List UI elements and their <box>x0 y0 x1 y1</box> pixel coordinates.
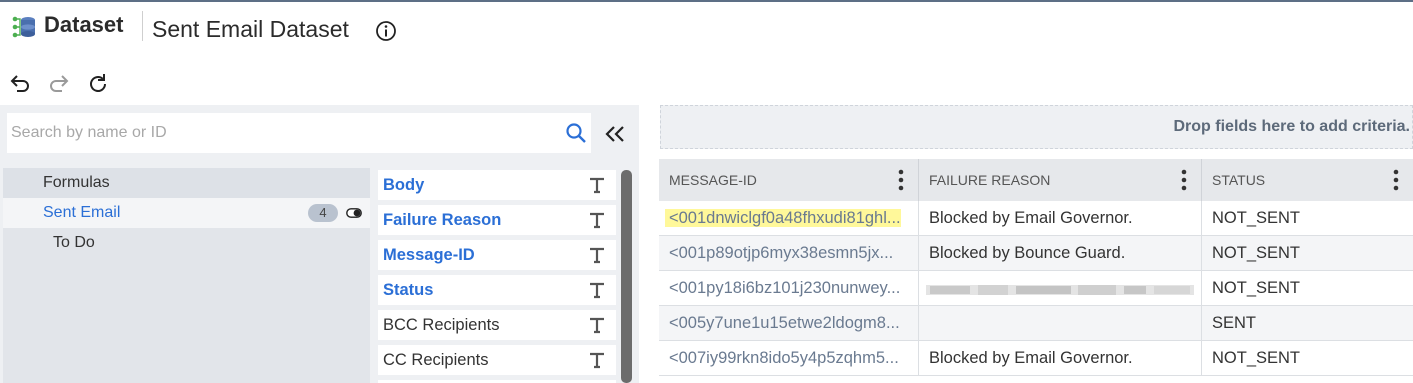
table-cell-reason[interactable]: Blocked by Email Governor. <box>919 201 1202 236</box>
refresh-icon[interactable] <box>86 72 110 96</box>
table-cell-reason[interactable] <box>919 306 1202 341</box>
undo-icon[interactable] <box>8 72 32 96</box>
kebab-menu-icon[interactable] <box>1181 168 1187 192</box>
tree-item-formulas[interactable]: Formulas <box>3 168 370 198</box>
criteria-drop-zone[interactable]: Drop fields here to add criteria. <box>660 105 1413 149</box>
app-name: Dataset <box>44 12 124 37</box>
cell-text <box>919 314 929 332</box>
column-header-status[interactable]: STATUS <box>1202 159 1413 201</box>
toggle-icon[interactable] <box>346 208 362 218</box>
text-type-icon <box>590 177 604 194</box>
text-type-icon <box>590 282 604 299</box>
double-chevron-left-icon[interactable] <box>603 123 627 145</box>
cell-text: NOT_SENT <box>1212 279 1301 297</box>
cell-text: NOT_SENT <box>1212 209 1301 227</box>
field-item[interactable]: Body <box>378 170 616 200</box>
info-icon[interactable] <box>375 20 397 42</box>
field-item[interactable]: CC Recipients <box>378 345 616 375</box>
kebab-menu-icon[interactable] <box>898 168 904 192</box>
table-cell-message-id[interactable]: <001p89otjp6myx38esmn5jx... <box>659 236 919 271</box>
table-cell-status[interactable]: NOT_SENT <box>1202 236 1413 271</box>
tree-item-label: To Do <box>53 234 95 251</box>
field-label: Body <box>383 176 425 194</box>
count-badge: 4 <box>308 204 338 222</box>
cell-text: <005y7une1u15etwe2ldogm8... <box>669 314 900 332</box>
table-cell-status[interactable]: NOT_SENT <box>1202 201 1413 236</box>
table-cell-message-id[interactable]: <005y7une1u15etwe2ldogm8... <box>659 306 919 341</box>
cell-text: Blocked by Email Governor. <box>929 209 1133 227</box>
table-cell-reason[interactable]: Blocked by Email Governor. <box>919 341 1202 376</box>
cell-text: <007iy99rkn8ido5y4p5zqhm5... <box>669 349 899 367</box>
field-label: Status <box>383 281 434 299</box>
table-cell-status[interactable]: NOT_SENT <box>1202 271 1413 306</box>
header-divider <box>142 11 143 41</box>
field-label: BCC Recipients <box>383 316 500 334</box>
field-label: Message-ID <box>383 246 475 264</box>
field-item[interactable]: BCC Recipients <box>378 310 616 340</box>
top-border <box>0 0 1413 2</box>
cell-text: NOT_SENT <box>1212 349 1301 367</box>
fields-scrollbar[interactable] <box>621 170 632 383</box>
column-header-label: FAILURE REASON <box>929 172 1051 188</box>
cell-text: Blocked by Email Governor. <box>929 349 1133 367</box>
tree-item-to-do[interactable]: To Do <box>3 228 370 258</box>
table-cell-status[interactable]: NOT_SENT <box>1202 341 1413 376</box>
search-icon[interactable] <box>565 122 587 144</box>
table-cell-status[interactable]: SENT <box>1202 306 1413 341</box>
tree-item-label: Sent Email <box>43 204 121 221</box>
column-header-message-id[interactable]: MESSAGE-ID <box>659 159 919 201</box>
cell-text: Blocked by Bounce Guard. <box>929 244 1126 262</box>
tree-item-label: Formulas <box>43 174 110 191</box>
table-cell-message-id[interactable]: <001dnwiclgf0a48fhxudi81ghl... <box>659 201 919 236</box>
page-title: Sent Email Dataset <box>152 16 349 42</box>
kebab-menu-icon[interactable] <box>1393 168 1399 192</box>
search-input[interactable] <box>11 121 551 145</box>
text-type-icon <box>590 317 604 334</box>
text-type-icon <box>590 212 604 229</box>
field-item[interactable]: Message-ID <box>378 240 616 270</box>
dataset-icon <box>12 16 35 38</box>
text-type-icon <box>590 247 604 264</box>
table-cell-reason[interactable]: Blocked by Bounce Guard. <box>919 236 1202 271</box>
cell-text: <001py18i6bz101j230nunwey... <box>669 279 901 297</box>
field-label: Failure Reason <box>383 211 502 229</box>
redacted-text <box>926 285 1194 295</box>
field-label: CC Recipients <box>383 351 489 369</box>
field-item[interactable]: Failure Reason <box>378 205 616 235</box>
text-type-icon <box>590 352 604 369</box>
cell-text: SENT <box>1212 314 1257 332</box>
field-item[interactable]: Status <box>378 275 616 305</box>
cell-text: <001dnwiclgf0a48fhxudi81ghl... <box>665 209 901 227</box>
cell-text: <001p89otjp6myx38esmn5jx... <box>669 244 894 262</box>
redo-icon[interactable] <box>47 72 71 96</box>
tree-item-sent-email[interactable]: Sent Email 4 <box>3 198 370 228</box>
table-cell-message-id[interactable]: <001py18i6bz101j230nunwey... <box>659 271 919 306</box>
column-header-failure-reason[interactable]: FAILURE REASON <box>919 159 1202 201</box>
drop-zone-text: Drop fields here to add criteria. <box>1173 118 1411 135</box>
column-header-label: STATUS <box>1212 172 1266 188</box>
column-header-label: MESSAGE-ID <box>669 172 757 188</box>
cell-text: NOT_SENT <box>1212 244 1301 262</box>
table-cell-message-id[interactable]: <007iy99rkn8ido5y4p5zqhm5... <box>659 341 919 376</box>
